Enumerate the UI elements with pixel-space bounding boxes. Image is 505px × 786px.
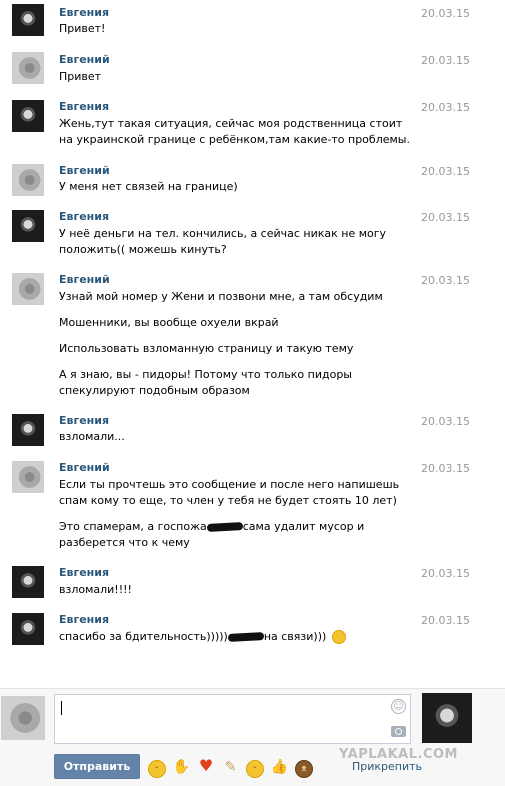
avatar[interactable] <box>12 414 44 446</box>
sender-name[interactable]: Евгений <box>59 164 110 177</box>
message-date: 20.03.15 <box>421 7 470 20</box>
message-date: 20.03.15 <box>421 274 470 287</box>
message-text: Узнай мой номер у Жени и позвони мне, а … <box>59 290 383 303</box>
message-date: 20.03.15 <box>421 415 470 428</box>
avatar[interactable] <box>12 100 44 132</box>
sender-name[interactable]: Евгения <box>59 613 109 626</box>
sender-name[interactable]: Евгения <box>59 414 109 427</box>
avatar[interactable] <box>12 210 44 242</box>
message-text: Использовать взломанную страницу и такую… <box>59 342 354 355</box>
avatar[interactable] <box>12 613 44 645</box>
message-text: У меня нет связей на границе) <box>59 180 238 193</box>
bear-icon[interactable]: ᴥ <box>295 760 313 778</box>
heart-icon[interactable]: ♥ <box>197 757 215 775</box>
sender-name[interactable]: Евгений <box>59 273 110 286</box>
message-text: У неё деньги на тел. кончились, а сейчас… <box>59 227 387 256</box>
message-text: А я знаю, вы - пидоры! Потому что только… <box>59 368 352 397</box>
message-date: 20.03.15 <box>421 567 470 580</box>
peer-avatar[interactable] <box>422 693 472 743</box>
avatar[interactable] <box>12 4 44 36</box>
emoji-picker-icon[interactable]: ☺ <box>391 699 406 714</box>
message-text: спасибо за бдительность))))) на связи))) <box>59 629 419 645</box>
message-date: 20.03.15 <box>421 211 470 224</box>
text-caret <box>61 701 62 715</box>
message-text: Если ты прочтешь это сообщение и после н… <box>59 478 400 507</box>
message-text: Это спамерам, а госпожа сама удалит мусор… <box>59 519 419 551</box>
redacted-scribble <box>206 522 243 532</box>
send-button[interactable]: Отправить <box>54 754 140 779</box>
thumbs-up-icon[interactable]: 👍 <box>271 758 289 776</box>
message-text: Жень,тут такая ситуация, сейчас моя родс… <box>59 117 410 146</box>
wink-icon <box>331 630 346 644</box>
message-date: 20.03.15 <box>421 54 470 67</box>
avatar[interactable] <box>12 566 44 598</box>
sender-name[interactable]: Евгения <box>59 6 109 19</box>
sender-name[interactable]: Евгения <box>59 210 109 223</box>
redacted-scribble <box>227 632 265 642</box>
camera-icon[interactable] <box>391 726 406 737</box>
message-text: Мошенники, вы вообще охуели вкрай <box>59 316 279 329</box>
message-text-part: Это спамерам, а госпожа <box>59 520 207 533</box>
message-text: Привет! <box>59 22 106 35</box>
message-date: 20.03.15 <box>421 462 470 475</box>
message-input[interactable]: ☺ <box>54 694 411 744</box>
wink-icon[interactable]: ᵕ <box>246 760 264 778</box>
sender-name[interactable]: Евгений <box>59 53 110 66</box>
my-avatar[interactable] <box>1 696 45 740</box>
pencil-icon[interactable]: ✎ <box>222 758 240 776</box>
sender-name[interactable]: Евгения <box>59 566 109 579</box>
message-date: 20.03.15 <box>421 614 470 627</box>
sender-name[interactable]: Евгения <box>59 100 109 113</box>
message-text-part: спасибо за бдительность))))) <box>59 630 228 643</box>
message-date: 20.03.15 <box>421 165 470 178</box>
emoji-bar: ᵕ ✋ ♥ ✎ ᵕ 👍 ᴥ <box>148 757 316 778</box>
hand-icon[interactable]: ✋ <box>173 758 191 776</box>
avatar[interactable] <box>12 273 44 305</box>
message-date: 20.03.15 <box>421 101 470 114</box>
avatar[interactable] <box>12 164 44 196</box>
attach-link[interactable]: Прикрепить <box>352 760 422 773</box>
avatar[interactable] <box>12 52 44 84</box>
message-text: Привет <box>59 70 102 83</box>
avatar[interactable] <box>12 461 44 493</box>
smile-icon[interactable]: ᵕ <box>148 760 166 778</box>
message-text: взломали!!!! <box>59 583 132 596</box>
sender-name[interactable]: Евгений <box>59 461 110 474</box>
message-text: взломали... <box>59 430 125 443</box>
message-text-part: на связи))) <box>263 630 327 643</box>
